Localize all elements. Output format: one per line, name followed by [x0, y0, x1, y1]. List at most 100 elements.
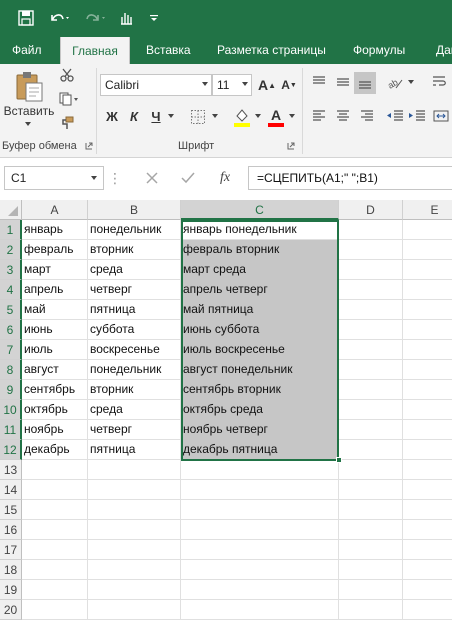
cell[interactable]: октябрь — [22, 400, 88, 420]
column-header-e[interactable]: E — [403, 200, 452, 220]
cell[interactable] — [181, 480, 339, 500]
cell[interactable] — [88, 600, 181, 620]
cell[interactable] — [403, 300, 452, 320]
cell[interactable]: май пятница — [181, 300, 339, 320]
tab-file[interactable]: Файл — [12, 36, 42, 64]
cell[interactable]: апрель — [22, 280, 88, 300]
cell[interactable] — [339, 420, 403, 440]
paste-button-label[interactable]: Вставить — [2, 104, 56, 118]
row-header[interactable]: 2 — [0, 240, 22, 260]
row-header[interactable]: 17 — [0, 540, 22, 560]
cell[interactable] — [339, 460, 403, 480]
cell[interactable] — [403, 320, 452, 340]
cell[interactable] — [403, 240, 452, 260]
confirm-entry-icon[interactable] — [176, 168, 200, 188]
cell[interactable] — [22, 580, 88, 600]
fill-handle[interactable] — [336, 457, 342, 463]
row-header[interactable]: 20 — [0, 600, 22, 620]
row-header[interactable]: 14 — [0, 480, 22, 500]
row-header[interactable]: 5 — [0, 300, 22, 320]
increase-indent-icon[interactable] — [406, 106, 428, 126]
orientation-dropdown-icon[interactable] — [408, 80, 414, 84]
cell[interactable]: август понедельник — [181, 360, 339, 380]
tab-home[interactable]: Главная — [60, 37, 130, 64]
cell[interactable]: вторник — [88, 240, 181, 260]
cell[interactable]: февраль — [22, 240, 88, 260]
cell[interactable] — [403, 280, 452, 300]
cell[interactable] — [339, 400, 403, 420]
cell[interactable]: среда — [88, 400, 181, 420]
cell[interactable] — [181, 560, 339, 580]
cell[interactable] — [403, 500, 452, 520]
select-all-button[interactable] — [0, 200, 22, 220]
align-left-icon[interactable] — [308, 106, 330, 126]
row-header[interactable]: 16 — [0, 520, 22, 540]
cell[interactable] — [181, 600, 339, 620]
cell[interactable] — [403, 440, 452, 460]
cell[interactable] — [22, 520, 88, 540]
cell[interactable]: сентябрь — [22, 380, 88, 400]
cell[interactable] — [88, 500, 181, 520]
orientation-icon[interactable]: ab — [384, 72, 406, 92]
cell[interactable]: декабрь пятница — [181, 440, 339, 460]
cell[interactable]: понедельник — [88, 360, 181, 380]
cell[interactable]: среда — [88, 260, 181, 280]
cell[interactable] — [403, 400, 452, 420]
cell[interactable] — [22, 500, 88, 520]
cell[interactable]: июль воскресенье — [181, 340, 339, 360]
cell[interactable] — [181, 500, 339, 520]
clipboard-launcher-icon[interactable] — [84, 141, 94, 151]
cell[interactable] — [181, 540, 339, 560]
decrease-indent-icon[interactable] — [384, 106, 406, 126]
customize-icon[interactable] — [146, 0, 162, 36]
row-header[interactable]: 18 — [0, 560, 22, 580]
cell[interactable] — [403, 340, 452, 360]
touch-mode-icon[interactable] — [116, 0, 136, 36]
cell[interactable] — [403, 220, 452, 240]
row-header[interactable]: 19 — [0, 580, 22, 600]
tab-data[interactable]: Дан — [436, 36, 452, 64]
cell[interactable] — [88, 460, 181, 480]
bold-button[interactable]: Ж — [104, 106, 120, 126]
align-bottom-icon[interactable] — [354, 72, 376, 94]
cell[interactable]: четверг — [88, 280, 181, 300]
row-header[interactable]: 11 — [0, 420, 22, 440]
cell[interactable] — [22, 540, 88, 560]
row-header[interactable]: 13 — [0, 460, 22, 480]
cell[interactable]: воскресенье — [88, 340, 181, 360]
decrease-font-icon[interactable]: A ▼ — [280, 74, 298, 96]
row-header[interactable]: 10 — [0, 400, 22, 420]
cell[interactable] — [403, 420, 452, 440]
cell[interactable] — [339, 220, 403, 240]
cell[interactable] — [22, 560, 88, 580]
column-header-c[interactable]: C — [181, 200, 339, 220]
row-header[interactable]: 8 — [0, 360, 22, 380]
row-header[interactable]: 7 — [0, 340, 22, 360]
cell[interactable] — [403, 600, 452, 620]
merge-center-icon[interactable] — [430, 106, 452, 126]
cell[interactable] — [403, 460, 452, 480]
cell[interactable] — [88, 480, 181, 500]
cell[interactable] — [181, 520, 339, 540]
cell[interactable] — [403, 580, 452, 600]
paste-icon[interactable] — [12, 70, 46, 104]
cell[interactable] — [339, 480, 403, 500]
row-header[interactable]: 3 — [0, 260, 22, 280]
cell[interactable] — [88, 560, 181, 580]
cell[interactable]: март — [22, 260, 88, 280]
fill-color-icon[interactable] — [232, 106, 252, 128]
cell[interactable] — [403, 540, 452, 560]
align-center-icon[interactable] — [332, 106, 354, 126]
cell[interactable] — [403, 520, 452, 540]
row-header[interactable]: 4 — [0, 280, 22, 300]
tab-insert[interactable]: Вставка — [146, 36, 191, 64]
cell[interactable]: апрель четверг — [181, 280, 339, 300]
cell[interactable]: август — [22, 360, 88, 380]
align-right-icon[interactable] — [356, 106, 378, 126]
cell[interactable] — [22, 600, 88, 620]
cell[interactable]: июнь — [22, 320, 88, 340]
underline-button[interactable]: Ч — [148, 106, 164, 126]
save-icon[interactable] — [14, 0, 38, 36]
borders-dropdown-icon[interactable] — [212, 114, 218, 118]
cell[interactable]: пятница — [88, 440, 181, 460]
